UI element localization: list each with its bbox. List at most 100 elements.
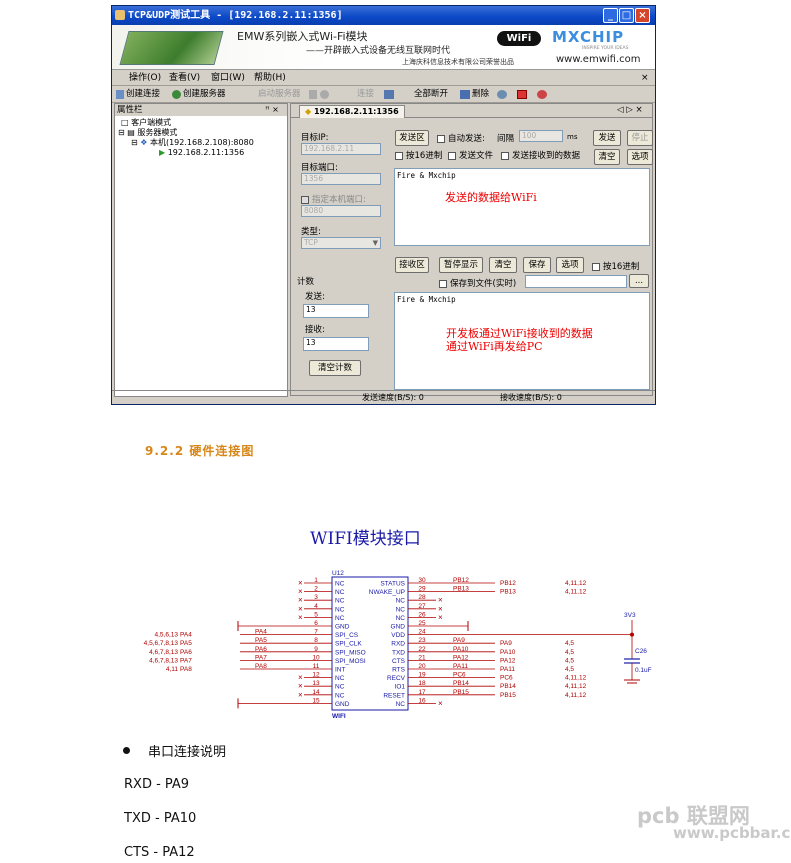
local-port-checkbox[interactable]: 指定本机端口: (301, 193, 366, 205)
menu-help[interactable]: 帮助(H) (254, 70, 286, 86)
recv-textarea[interactable]: Fire & Mxchip 开发板通过WiFi接收到的数据 通过WiFi再发给P… (394, 292, 650, 390)
schematic: WIFI模块接口 U12 WIFI 1 NC × 2 NC × 3 NC × 4 NC × 5 NC × 6 GND… (110, 522, 664, 728)
pin-number: 21 (418, 654, 426, 661)
interval-field[interactable]: 100 (519, 130, 563, 142)
save-icon[interactable] (309, 90, 317, 99)
auto-send-label: 自动发送: (448, 134, 485, 144)
net-label: PB14 (453, 680, 469, 687)
start-server-button[interactable]: 启动服务器 (258, 86, 301, 102)
target-ip-field[interactable]: 192.168.2.11 (301, 143, 381, 155)
send-recv-checkbox[interactable]: 发送接收到的数据 (501, 149, 580, 161)
bullet-icon (123, 747, 130, 754)
net-label: PB15 (453, 689, 469, 696)
sent-label: 发送: (305, 292, 325, 302)
menu-view[interactable]: 查看(V) (169, 70, 200, 86)
connect-button[interactable]: 连接 (357, 86, 374, 102)
pin-number: 10 (312, 654, 320, 661)
delete-button[interactable]: 删除 (472, 86, 489, 102)
minimize-button[interactable]: _ (603, 8, 618, 23)
net-port: PA6 (180, 649, 192, 656)
net-port: PA8 (180, 666, 192, 673)
type-label: 类型: (301, 227, 321, 237)
pin-number: 8 (314, 637, 318, 644)
pin-name: RECV (387, 675, 406, 682)
pin-number: 3 (314, 594, 318, 601)
save-path-field[interactable] (525, 275, 627, 288)
net-refs: 4,5 (565, 657, 574, 664)
settings-icon[interactable] (497, 90, 507, 99)
banner-company: 上海庆科信息技术有限公司荣誉出品 (402, 58, 514, 66)
browse-button[interactable]: ... (629, 274, 649, 288)
pin-name: NC (396, 598, 406, 605)
close-button[interactable]: × (635, 8, 650, 23)
tab-connection[interactable]: ◆ 192.168.2.11:1356 (299, 105, 405, 118)
tab-controls[interactable]: ◁ ▷ × (617, 105, 643, 115)
sent-count-field[interactable]: 13 (303, 304, 369, 318)
send-textarea[interactable]: Fire & Mxchip 发送的数据给WiFi (394, 168, 650, 246)
chevron-down-icon: ▼ (372, 239, 378, 247)
pin-name: NC (396, 606, 406, 613)
net-label: PA4 (255, 629, 267, 636)
interval-label: 间隔 (497, 134, 515, 144)
clear-count-button[interactable]: 清空计数 (309, 360, 361, 376)
target-ip-label: 目标IP: (301, 133, 329, 143)
send-button[interactable]: 发送 (593, 130, 621, 146)
panel-pin-close[interactable]: ꟸ × (265, 104, 279, 116)
no-connect-mark: × (298, 690, 303, 699)
recv-area-button[interactable]: 接收区 (395, 257, 429, 273)
recv-save-button[interactable]: 保存 (523, 257, 551, 273)
tree-local-host[interactable]: ⊟ ❖ 本机(192.168.2.108):8080 (131, 138, 254, 148)
net-refs: 4,5 (565, 640, 574, 647)
pin-number: 6 (314, 620, 318, 627)
send-hex-checkbox[interactable]: 按16进制 (395, 149, 442, 161)
target-port-label: 目标端口: (301, 163, 338, 173)
create-connection-button[interactable]: 创建连接 (126, 86, 160, 102)
send-clear-button[interactable]: 清空 (594, 149, 620, 165)
tab-label: 192.168.2.11:1356 (313, 107, 399, 116)
mxchip-logo: MXCHIP (552, 28, 625, 46)
pin-number: 28 (418, 594, 426, 601)
tree-connection[interactable]: ▶ 192.168.2.11:1356 (159, 148, 244, 158)
send-area-button[interactable]: 发送区 (395, 130, 429, 146)
wifi-logo: WiFi (497, 31, 541, 46)
send-file-checkbox[interactable]: 发送文件 (448, 149, 493, 161)
recv-clear-button[interactable]: 清空 (489, 257, 517, 273)
disconnect-all-button[interactable]: 全部断开 (414, 86, 448, 102)
stop-icon[interactable] (320, 90, 329, 99)
pin-name: GND (335, 624, 350, 631)
help-icon[interactable] (537, 90, 547, 99)
pin-number: 30 (418, 577, 426, 584)
pin-number: 26 (418, 611, 426, 618)
mdi-close-icon[interactable]: × (641, 70, 649, 86)
recv-hex-checkbox[interactable]: 按16进制 (592, 260, 639, 272)
tree-client-label: 客户端模式 (131, 118, 172, 127)
pin-name: SPI_MOSI (335, 658, 366, 665)
menu-operate[interactable]: 操作(O) (129, 70, 161, 86)
auto-send-checkbox[interactable]: 自动发送: (437, 132, 485, 144)
recv-count-field[interactable]: 13 (303, 337, 369, 351)
record-icon[interactable] (517, 90, 527, 99)
type-select[interactable]: TCP ▼ (301, 237, 381, 249)
net-port: PA12 (500, 657, 516, 664)
recv-options-button[interactable]: 选项 (556, 257, 584, 273)
local-port-field[interactable]: 8080 (301, 205, 381, 217)
tree-server-mode[interactable]: ⊟ ▤ 服务器模式 (118, 128, 177, 138)
net-refs: 4,11 (166, 666, 179, 673)
save-file-checkbox[interactable]: 保存到文件(实时) (439, 277, 516, 289)
pin-number: 18 (418, 680, 426, 687)
create-server-button[interactable]: 创建服务器 (183, 86, 226, 102)
pin-number: 17 (418, 689, 426, 696)
tree-client-mode[interactable]: □ 客户端模式 (121, 118, 171, 128)
recv-label: 接收: (305, 325, 325, 335)
send-options-button[interactable]: 选项 (627, 149, 653, 165)
maximize-button[interactable]: □ (619, 8, 634, 23)
stop-button[interactable]: 停止 (627, 130, 653, 146)
pause-display-button[interactable]: 暂停显示 (439, 257, 483, 273)
net-port: PA10 (500, 649, 516, 656)
bullet-text: 串口连接说明 (148, 745, 227, 760)
menu-window[interactable]: 窗口(W) (211, 70, 245, 86)
ic-part: WIFI (332, 713, 346, 720)
pin-name: SPI_MISO (335, 649, 366, 656)
target-port-field[interactable]: 1356 (301, 173, 381, 185)
pin-number: 5 (314, 611, 318, 618)
